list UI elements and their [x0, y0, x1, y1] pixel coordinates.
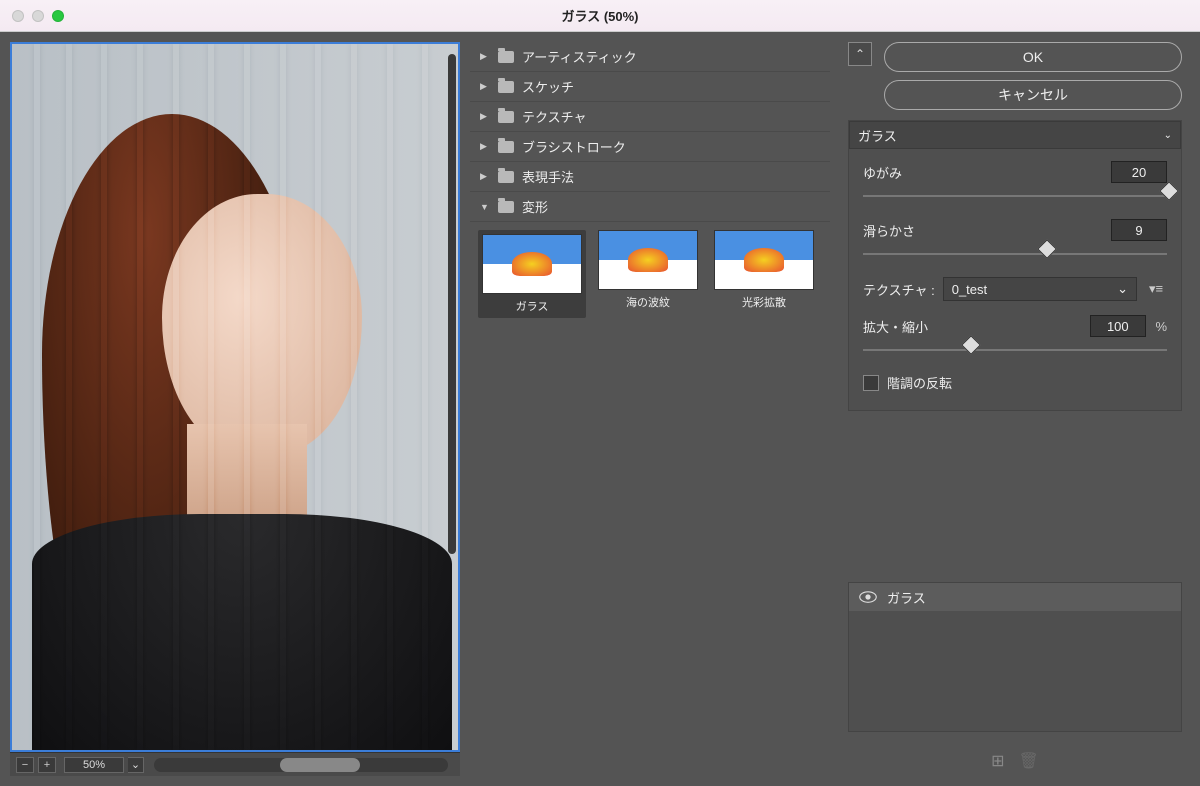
- layer-row[interactable]: ガラス: [849, 583, 1181, 611]
- smoothness-slider[interactable]: [863, 247, 1167, 261]
- filter-thumbnail-0[interactable]: ガラス: [478, 230, 586, 318]
- category-row-4[interactable]: ▶ 表現手法: [470, 162, 830, 192]
- category-label: アーティスティック: [522, 47, 637, 66]
- scale-unit: %: [1155, 319, 1167, 334]
- collapse-panel-icon[interactable]: ⌃: [848, 42, 872, 66]
- folder-icon: [498, 81, 514, 93]
- triangle-right-icon: ▶: [480, 81, 490, 92]
- category-row-0[interactable]: ▶ アーティスティック: [470, 42, 830, 72]
- category-row-1[interactable]: ▶ スケッチ: [470, 72, 830, 102]
- thumbnail-label: ガラス: [482, 298, 582, 314]
- filter-thumbnail-2[interactable]: 光彩拡散: [710, 230, 818, 318]
- preview-v-scrollbar[interactable]: [448, 54, 456, 554]
- new-layer-icon[interactable]: ⊞: [991, 751, 1004, 771]
- preview-panel: − + 50%⌄: [0, 32, 470, 786]
- workspace: − + 50%⌄ ▶アーティスティック▶スケッチ▶テクスチャ▶ブラシストローク▶…: [0, 32, 1200, 786]
- thumbnail-label: 海の波紋: [594, 294, 702, 310]
- preview-image: [12, 44, 458, 750]
- filter-thumbnail-1[interactable]: 海の波紋: [594, 230, 702, 318]
- preview-frame[interactable]: [10, 42, 460, 752]
- triangle-right-icon: ▶: [480, 141, 490, 152]
- scale-input[interactable]: [1090, 315, 1146, 337]
- category-row-2[interactable]: ▶ テクスチャ: [470, 102, 830, 132]
- titlebar: ガラス (50%): [0, 0, 1200, 32]
- preview-h-scrollbar[interactable]: [154, 758, 448, 772]
- triangle-down-icon: ▼: [480, 202, 490, 212]
- texture-select-value: 0_test: [952, 282, 987, 297]
- invert-label: 階調の反転: [887, 373, 952, 392]
- parameters-group: ガラス ⌄ ゆがみ 滑らかさ テクスチャ: [848, 120, 1182, 411]
- texture-label: テクスチャ :: [863, 280, 935, 299]
- category-row-5[interactable]: ▼ 変形: [470, 192, 830, 222]
- window-title: ガラス (50%): [0, 6, 1200, 25]
- folder-icon: [498, 51, 514, 63]
- smoothness-label: 滑らかさ: [863, 221, 915, 240]
- zoom-in-button[interactable]: +: [38, 757, 56, 773]
- layer-footer: ⊞ 🗑: [848, 746, 1182, 776]
- distortion-input[interactable]: [1111, 161, 1167, 183]
- zoom-value[interactable]: 50%: [64, 757, 124, 773]
- thumbnail-label: 光彩拡散: [710, 294, 818, 310]
- texture-select[interactable]: 0_test ⌄: [943, 277, 1137, 301]
- thumbnail-row: ガラス海の波紋光彩拡散: [470, 222, 830, 326]
- triangle-right-icon: ▶: [480, 111, 490, 122]
- preview-toolbar: − + 50%⌄: [10, 752, 460, 776]
- delete-layer-icon: 🗑: [1019, 751, 1039, 771]
- scale-label: 拡大・縮小: [863, 317, 928, 336]
- folder-icon: [498, 111, 514, 123]
- folder-icon: [498, 141, 514, 153]
- visibility-eye-icon[interactable]: [859, 590, 877, 604]
- category-label: ブラシストローク: [522, 137, 626, 156]
- cancel-button[interactable]: キャンセル: [884, 80, 1182, 110]
- layer-name: ガラス: [887, 588, 926, 607]
- category-label: スケッチ: [522, 77, 574, 96]
- category-label: 表現手法: [522, 167, 574, 186]
- thumbnail-image: [598, 230, 698, 290]
- thumbnail-image: [482, 234, 582, 294]
- filter-select-value: ガラス: [858, 126, 897, 145]
- ok-button[interactable]: OK: [884, 42, 1182, 72]
- zoom-dropdown-icon[interactable]: ⌄: [128, 757, 144, 773]
- triangle-right-icon: ▶: [480, 171, 490, 182]
- chevron-down-icon: ⌄: [1164, 130, 1172, 141]
- distortion-label: ゆがみ: [863, 163, 902, 182]
- zoom-out-button[interactable]: −: [16, 757, 34, 773]
- folder-icon: [498, 201, 514, 213]
- smoothness-input[interactable]: [1111, 219, 1167, 241]
- category-label: 変形: [522, 197, 548, 216]
- distortion-slider[interactable]: [863, 189, 1167, 203]
- invert-checkbox[interactable]: [863, 375, 879, 391]
- scale-slider[interactable]: [863, 343, 1167, 357]
- thumbnail-image: [714, 230, 814, 290]
- texture-menu-icon[interactable]: ▾≡: [1145, 278, 1167, 300]
- triangle-right-icon: ▶: [480, 51, 490, 62]
- folder-icon: [498, 171, 514, 183]
- controls-panel: ⌃ OK キャンセル ガラス ⌄ ゆがみ 滑らかさ: [830, 32, 1200, 786]
- category-row-3[interactable]: ▶ ブラシストローク: [470, 132, 830, 162]
- category-label: テクスチャ: [522, 107, 586, 126]
- chevron-down-icon: ⌄: [1117, 281, 1128, 297]
- filter-select[interactable]: ガラス ⌄: [849, 121, 1181, 149]
- effect-layers-panel: ガラス: [848, 582, 1182, 732]
- filter-categories-panel: ▶ アーティスティック ▶ スケッチ ▶ テクスチャ ▶ ブラシストローク ▶ 表現手法 ▼ 変形 ガ…: [470, 32, 830, 786]
